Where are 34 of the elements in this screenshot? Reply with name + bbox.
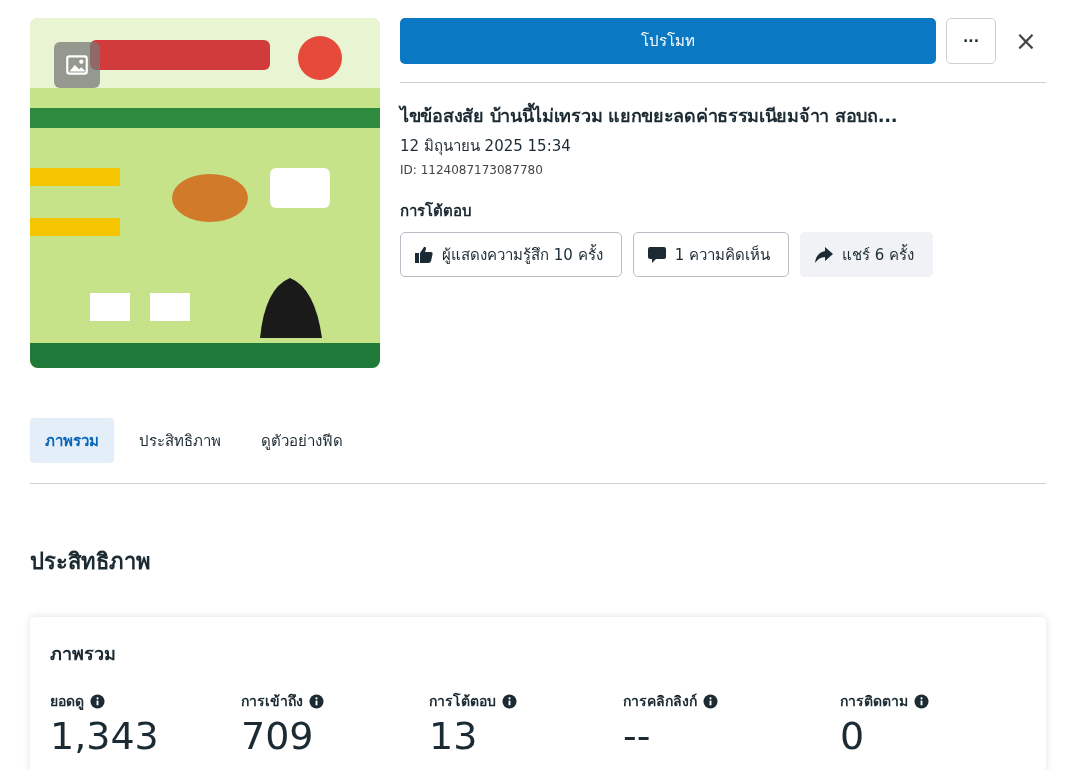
more-button[interactable]: ··· [946, 18, 996, 64]
close-button[interactable]: × [1006, 21, 1046, 61]
card-title: ภาพรวม [50, 642, 117, 666]
post-title: ไขข้อสงสัย บ้านนี้ไม่เทรวม แยกขยะลดค่าธรรมเนียมจ้าา สอบถ... [400, 101, 1046, 130]
metric-value: 709 [241, 714, 315, 758]
metric-label: ยอดดู [50, 692, 84, 712]
post-date: 12 มิถุนายน 2025 15:34 [400, 136, 572, 158]
metric-value: 1,343 [50, 714, 160, 758]
section-heading: การโต้ตอบ [400, 201, 473, 222]
thumbs-up-icon [414, 244, 434, 265]
tab[interactable]: ภาพรวม [30, 418, 114, 463]
section-title: ประสิทธิภาพ [30, 548, 152, 576]
post-id: ID: 1124087173087780 [400, 163, 544, 177]
metric-value: -- [623, 714, 652, 758]
info-icon[interactable] [90, 693, 105, 709]
reactions-button[interactable]: ผู้แสดงความรู้สึก 10 ครั้ง [400, 232, 622, 277]
photo-icon [54, 42, 100, 88]
tab[interactable]: ดูตัวอย่างฟีด [246, 418, 358, 463]
metric-label: การโต้ตอบ [429, 691, 496, 711]
metric-value: 0 [840, 714, 866, 758]
metric-value: 13 [429, 714, 479, 758]
speech-bubble-icon [646, 244, 667, 265]
info-icon[interactable] [309, 693, 324, 709]
metric-label: การคลิกลิงก์ [623, 692, 697, 711]
promote-button[interactable]: โปรโมท [400, 18, 936, 64]
info-icon[interactable] [914, 693, 929, 709]
comments-button[interactable]: 1 ความคิดเห็น [632, 232, 789, 277]
shares-button[interactable]: แชร์ 6 ครั้ง [799, 232, 934, 277]
metric-label: การติดตาม [840, 692, 908, 711]
metric-label: การเข้าถึง [241, 692, 303, 711]
tab[interactable]: ประสิทธิภาพ [124, 418, 236, 463]
share-arrow-icon [813, 244, 834, 265]
info-icon[interactable] [502, 693, 517, 709]
info-icon[interactable] [703, 693, 718, 709]
